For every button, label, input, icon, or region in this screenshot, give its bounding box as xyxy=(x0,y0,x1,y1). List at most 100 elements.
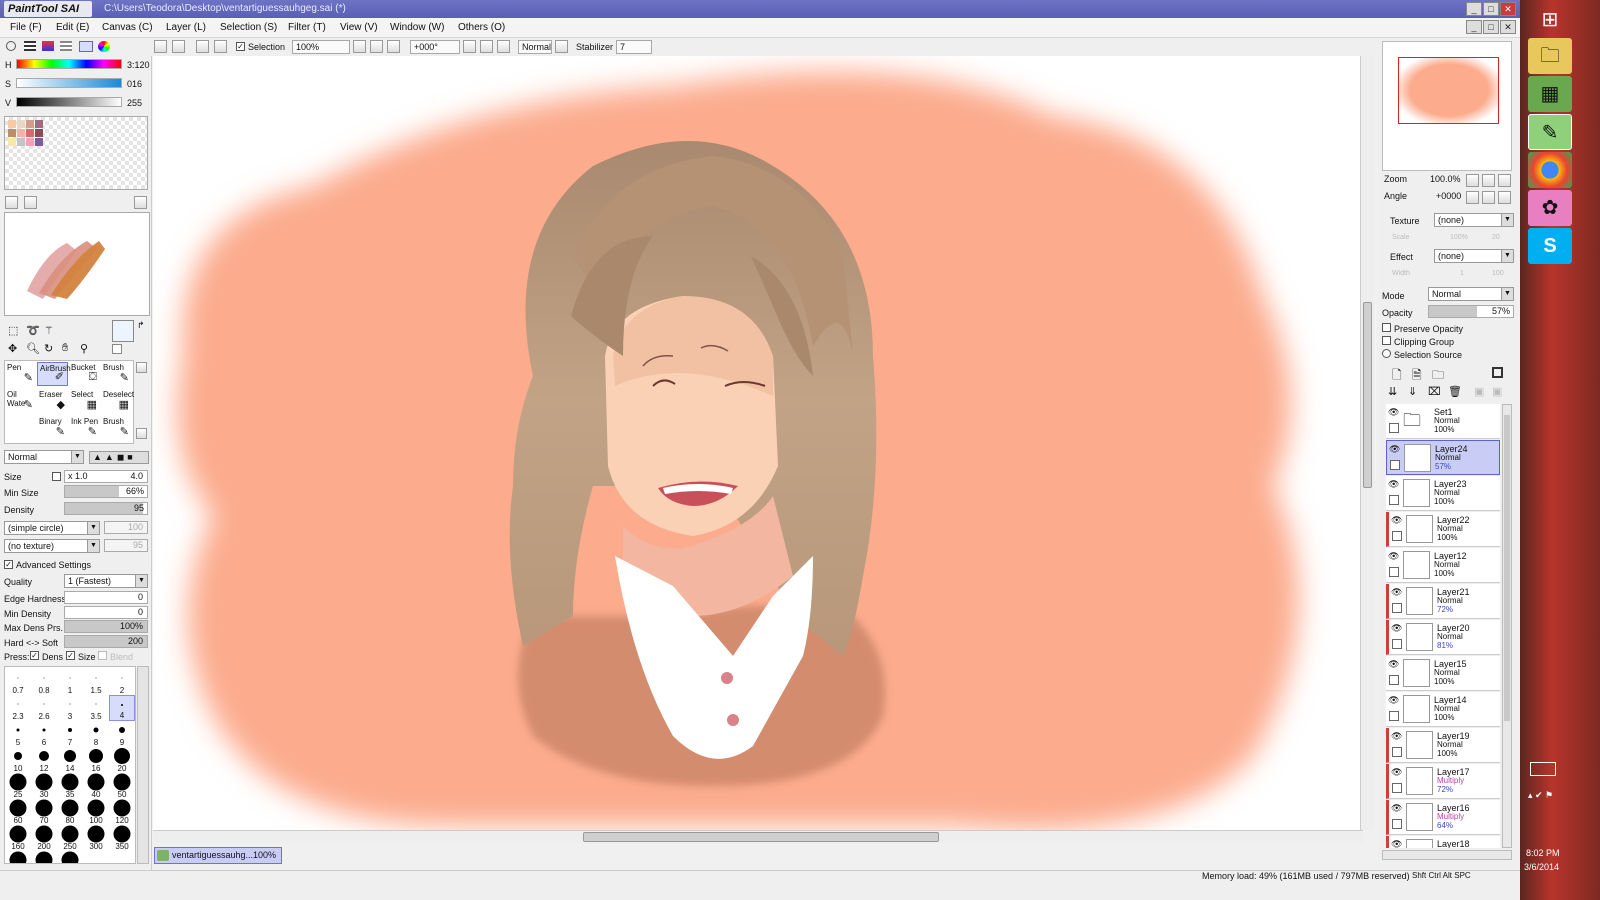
eye-icon[interactable]: 👁︎ xyxy=(1391,516,1402,525)
brush-tool[interactable]: AirBrush ✐ xyxy=(37,362,71,386)
rotate-reset-button[interactable] xyxy=(497,40,510,53)
brush-tool[interactable]: Eraser ◆ xyxy=(37,389,68,413)
layer-row[interactable]: 👁︎ Layer20 Normal 81% xyxy=(1386,620,1500,655)
brush-size-option[interactable]: 0.8 xyxy=(31,669,57,695)
layer-lock-checkbox[interactable] xyxy=(1392,783,1402,793)
preserve-opacity-checkbox[interactable] xyxy=(1382,323,1391,332)
brush-size-option[interactable]: 2.3 xyxy=(5,695,31,721)
layer-row[interactable]: 👁︎ Layer16 Multiply 64% xyxy=(1386,800,1500,835)
scratchpad-clear-button[interactable] xyxy=(134,196,147,209)
layer-row[interactable]: 👁︎ Layer18 xyxy=(1386,836,1500,848)
color-swatches[interactable] xyxy=(4,116,148,190)
layer-lock-checkbox[interactable] xyxy=(1389,423,1399,433)
layer-lock-checkbox[interactable] xyxy=(1392,531,1402,541)
brush-tool[interactable]: Pen ✎ xyxy=(5,362,36,386)
brush-tool[interactable]: Brush ✎ xyxy=(101,362,132,386)
press-size-checkbox[interactable]: ✓ xyxy=(66,651,75,660)
density-slider[interactable]: 95 xyxy=(64,502,148,515)
delete-layer-icon[interactable]: 🗑 xyxy=(1448,385,1462,398)
lock-layer-icon[interactable]: ▣ xyxy=(1492,385,1502,398)
canvas-vertical-scrollbar[interactable] xyxy=(1360,56,1374,830)
brush-size-option[interactable]: 120 xyxy=(109,799,135,825)
brush-size-option[interactable]: 350 xyxy=(109,825,135,851)
menu-item[interactable]: Selection (S) xyxy=(220,22,277,33)
paint-tool-sai-taskbar-icon[interactable]: ✎ xyxy=(1528,114,1572,150)
edge-hardness-field[interactable]: 0 xyxy=(64,591,148,604)
rotate-tool-icon[interactable]: ↻ xyxy=(44,342,53,355)
rotate-left-button[interactable] xyxy=(463,40,476,53)
move-tool-icon[interactable]: ✥ xyxy=(8,342,17,355)
brush-size-option[interactable]: 200 xyxy=(31,825,57,851)
color-swatch[interactable] xyxy=(8,120,16,128)
eye-icon[interactable]: 👁︎ xyxy=(1388,552,1399,561)
brush-size-option[interactable]: 0.7 xyxy=(5,669,31,695)
brush-size-option[interactable]: 50 xyxy=(109,773,135,799)
brush-edge-shapes[interactable]: ▲▲◼■ xyxy=(89,451,149,464)
eye-icon[interactable]: 👁︎ xyxy=(1391,840,1402,849)
clear-layer-icon[interactable]: ⌧ xyxy=(1428,385,1441,398)
brush-blend-mode[interactable]: Normal ▼ xyxy=(4,450,84,464)
undo-button[interactable] xyxy=(154,40,167,53)
brush-size-option[interactable]: 4 xyxy=(109,695,135,721)
primary-color-box[interactable] xyxy=(112,320,134,342)
layer-row[interactable]: 👁︎ 🗀 Set1 Normal 100% xyxy=(1386,404,1500,439)
color-swatch[interactable] xyxy=(17,120,25,128)
color-swatch[interactable] xyxy=(8,138,16,146)
minecraft-icon[interactable]: ▦ xyxy=(1528,76,1572,112)
layer-mask-icon[interactable] xyxy=(1492,367,1503,378)
rotate-right-button[interactable] xyxy=(480,40,493,53)
brush-size-option[interactable]: 35 xyxy=(57,773,83,799)
maximize-button[interactable]: □ xyxy=(1483,2,1499,16)
transparent-color-box[interactable] xyxy=(112,344,122,354)
rgb-sliders-icon[interactable] xyxy=(24,41,36,51)
brush-size-option[interactable]: 16 xyxy=(83,747,109,773)
brush-tool[interactable]: Bucket ⛋ xyxy=(69,362,100,386)
menu-item[interactable]: Layer (L) xyxy=(166,22,206,33)
brush-tool[interactable]: Ink Pen ✎ xyxy=(69,416,100,440)
brush-tool[interactable]: Binary ✎ xyxy=(37,416,68,440)
brush-size-option[interactable]: 12 xyxy=(31,747,57,773)
layer-row[interactable]: 👁︎ Layer12 Normal 100% xyxy=(1386,548,1500,583)
color-swatch[interactable] xyxy=(35,138,43,146)
brush-size-option[interactable]: 6 xyxy=(31,721,57,747)
layer-mode-select[interactable]: Normal ▼ xyxy=(1428,287,1514,301)
scratchpad-redo-button[interactable] xyxy=(24,196,37,209)
brush-size-scrollbar[interactable] xyxy=(137,666,149,864)
brush-size-option[interactable]: 80 xyxy=(57,799,83,825)
menu-item[interactable]: Others (O) xyxy=(458,22,505,33)
invert-selection-button[interactable] xyxy=(214,40,227,53)
brush-size-option[interactable]: 1 xyxy=(57,669,83,695)
brush-size-option[interactable]: 7 xyxy=(57,721,83,747)
brush-texture-select[interactable]: (no texture) ▼ xyxy=(4,539,100,553)
brush-size-option[interactable]: 2 xyxy=(109,669,135,695)
nav-zoom-in-button[interactable] xyxy=(1482,174,1495,187)
menu-item[interactable]: Window (W) xyxy=(390,22,444,33)
nav-zoom-fit-button[interactable] xyxy=(1498,174,1511,187)
skype-icon[interactable]: S xyxy=(1528,228,1572,264)
layer-row[interactable]: 👁︎ Layer21 Normal 72% xyxy=(1386,584,1500,619)
swatches-icon[interactable] xyxy=(60,41,72,51)
brush-size-option[interactable] xyxy=(57,851,83,863)
brush-size-option[interactable]: 30 xyxy=(31,773,57,799)
menu-item[interactable]: Canvas (C) xyxy=(102,22,153,33)
new-layer-icon[interactable]: 🗋 xyxy=(1392,366,1402,387)
layer-row[interactable]: 👁︎ Layer23 Normal 100% xyxy=(1386,476,1500,511)
brush-tool[interactable]: Select ▦ xyxy=(69,389,100,413)
doc-restore-button[interactable]: □ xyxy=(1483,20,1499,34)
layer-scroll-thumb[interactable] xyxy=(1504,415,1510,721)
hsv-sliders-icon[interactable] xyxy=(42,41,54,51)
color-swatch[interactable] xyxy=(35,120,43,128)
apply-mask-icon[interactable]: ▣ xyxy=(1474,385,1484,398)
tool-scroll-up[interactable] xyxy=(136,362,147,373)
menu-item[interactable]: Edit (E) xyxy=(56,22,89,33)
brush-size-option[interactable]: 25 xyxy=(5,773,31,799)
hard-soft-field[interactable]: 200 xyxy=(64,635,148,648)
layer-row[interactable]: 👁︎ Layer15 Normal 100% xyxy=(1386,656,1500,691)
nav-rotate-right-button[interactable] xyxy=(1482,191,1495,204)
zoom-out-button[interactable] xyxy=(353,40,366,53)
menu-item[interactable]: File (F) xyxy=(10,22,42,33)
merge-down-icon[interactable]: ⇓ xyxy=(1408,385,1417,398)
brush-size-option[interactable]: 3 xyxy=(57,695,83,721)
eye-icon[interactable]: 👁︎ xyxy=(1388,660,1399,669)
color-swatch[interactable] xyxy=(26,138,34,146)
